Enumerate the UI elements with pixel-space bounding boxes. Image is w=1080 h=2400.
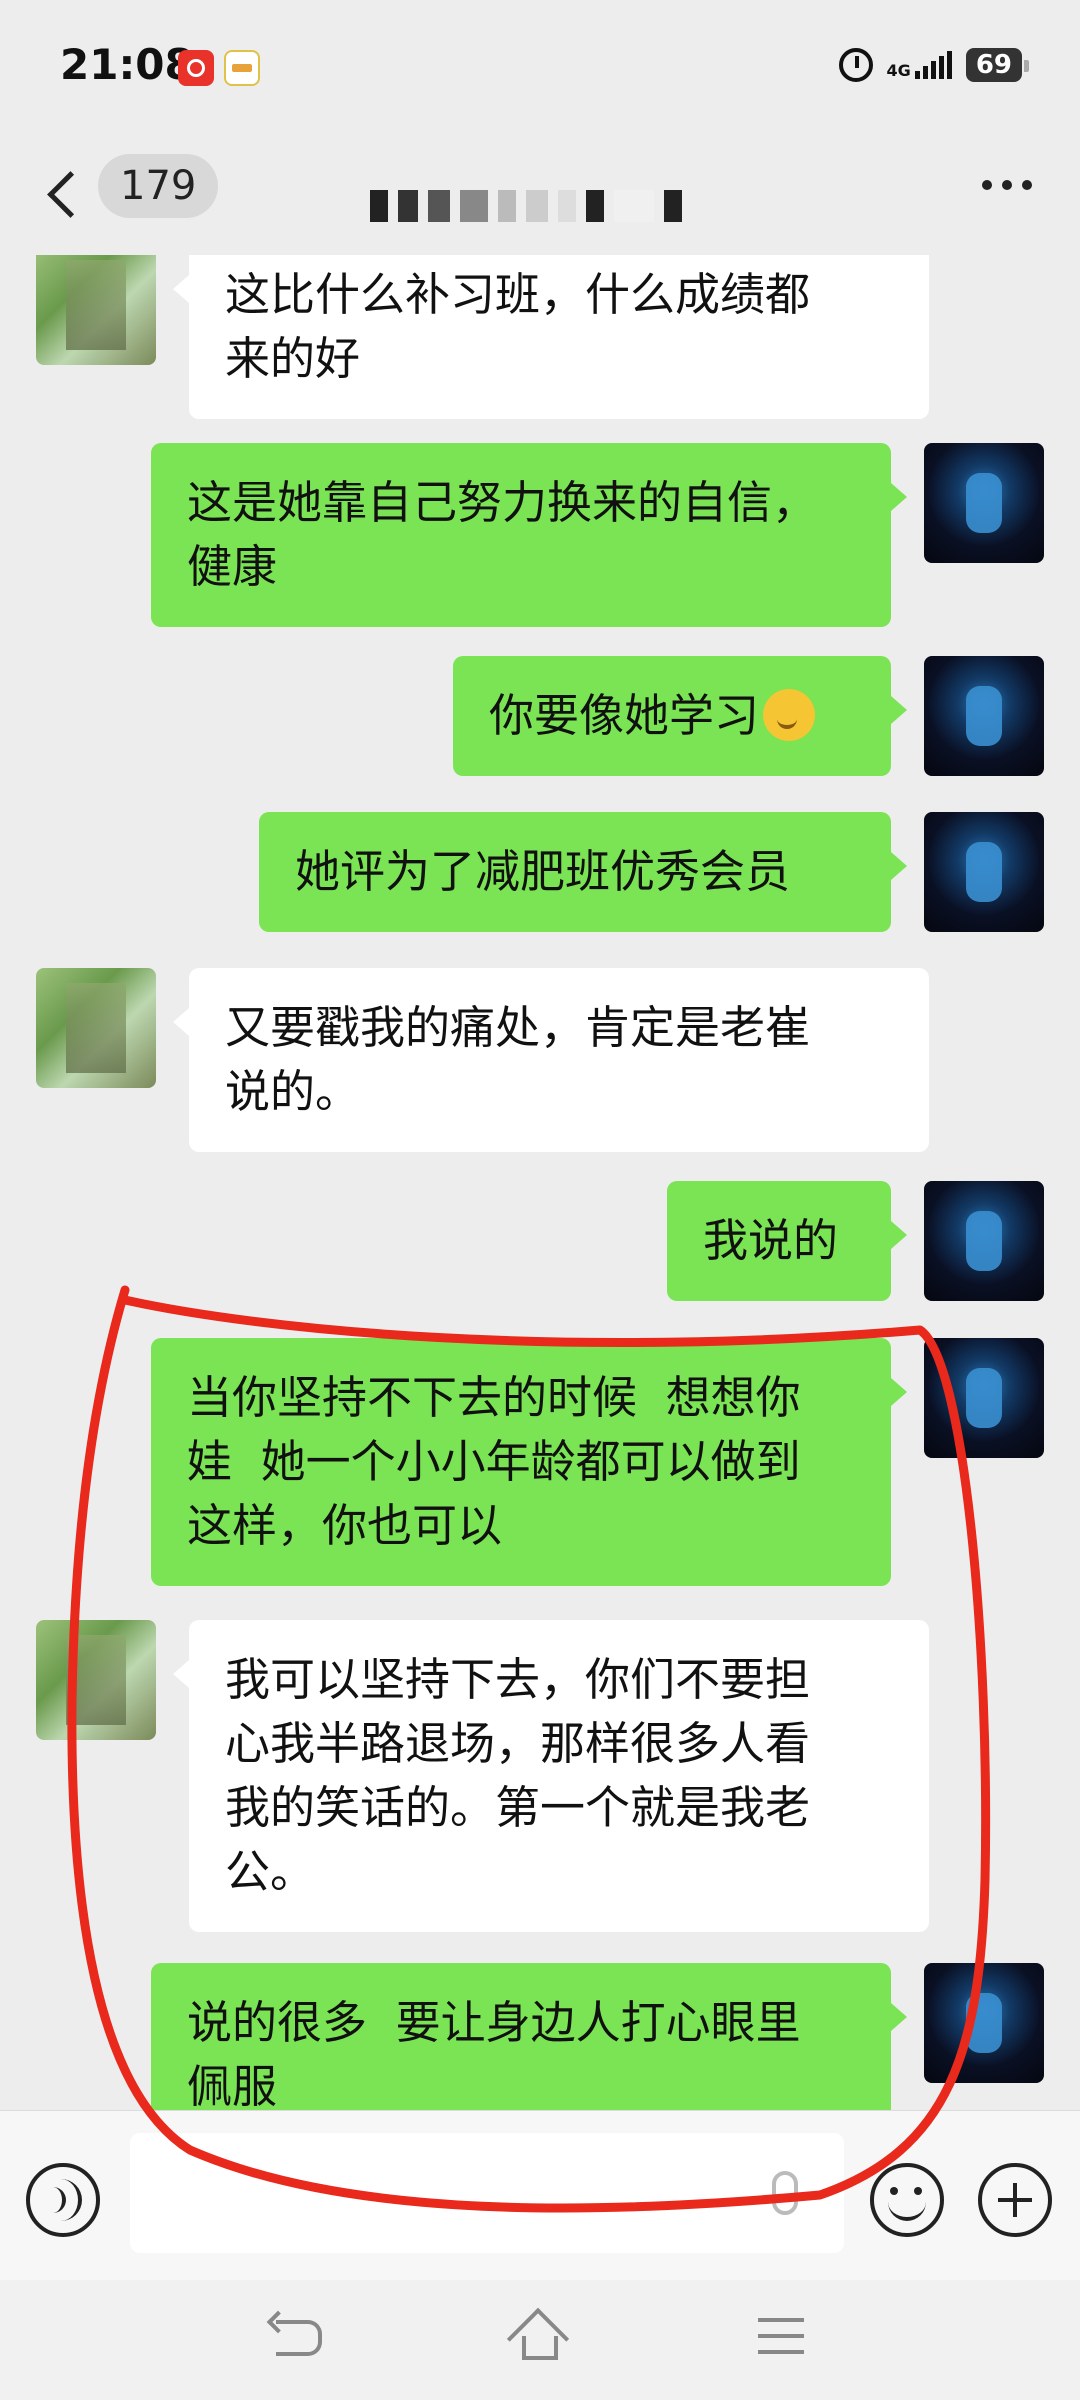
unread-count-badge[interactable]: 179 [98,154,219,218]
message-input[interactable] [130,2133,844,2253]
message-bubble-outgoing[interactable]: 她评为了减肥班优秀会员 [259,812,907,932]
chat-title-redacted [370,180,682,232]
message-bubble-outgoing[interactable]: 当你坚持不下去的时候 想想你 娃 她一个小小年龄都可以做到 这样，你也可以 [151,1338,907,1586]
self-avatar[interactable] [924,1963,1044,2083]
self-avatar[interactable] [924,1181,1044,1301]
contact-avatar[interactable] [36,255,156,365]
message-bubble-incoming[interactable]: 这比什么补习班，什么成绩都 来的好 [173,255,929,419]
signal-bars [914,51,952,79]
input-bar [0,2110,1080,2281]
self-avatar[interactable] [924,443,1044,563]
message-text: 你要像她学习 [489,689,760,742]
emoji-icon[interactable] [870,2163,944,2237]
message-list[interactable]: 这比什么补习班，什么成绩都 来的好 这是她靠自己努力换来的自信， 健康 你要像她… [0,255,1080,2110]
chat-header: 179 [0,140,1080,255]
message-bubble-incoming[interactable]: 我可以坚持下去，你们不要担 心我半路退场，那样很多人看 我的笑话的。第一个就是我… [173,1620,929,1932]
status-time: 21:08 [60,40,194,89]
contact-avatar[interactable] [36,1620,156,1740]
home-icon[interactable] [512,2314,568,2362]
menu-icon[interactable] [758,2318,804,2358]
message-bubble-outgoing[interactable]: 你要像她学习 [453,656,907,776]
back-chevron-icon[interactable] [40,160,80,230]
back-icon[interactable] [276,2320,322,2356]
message-bubble-outgoing[interactable]: 说的很多 要让身边人打心眼里 佩服 [151,1963,907,2110]
battery-icon: 69 [965,48,1030,82]
self-avatar[interactable] [924,656,1044,776]
alarm-icon [838,48,873,82]
system-nav-bar [0,2280,1080,2400]
netease-music-icon [178,50,214,86]
status-bar: 21:08 4G 69 [0,0,1080,140]
message-bubble-outgoing[interactable]: 我说的 [667,1181,907,1301]
thinking-face-icon [763,689,816,741]
self-avatar[interactable] [924,1338,1044,1458]
plus-icon[interactable] [978,2163,1052,2237]
voice-icon[interactable] [26,2163,100,2237]
app-100-icon [224,50,260,86]
message-bubble-incoming[interactable]: 又要戳我的痛处，肯定是老崔 说的。 [173,968,929,1152]
network-type: 4G [886,61,911,80]
contact-avatar[interactable] [36,968,156,1088]
status-right-group: 4G 69 [838,48,1030,82]
signal-icon: 4G [887,51,952,79]
message-bubble-outgoing[interactable]: 这是她靠自己努力换来的自信， 健康 [151,443,907,627]
more-dots-icon[interactable] [982,180,1032,190]
mic-icon[interactable] [772,2171,798,2215]
self-avatar[interactable] [924,812,1044,932]
